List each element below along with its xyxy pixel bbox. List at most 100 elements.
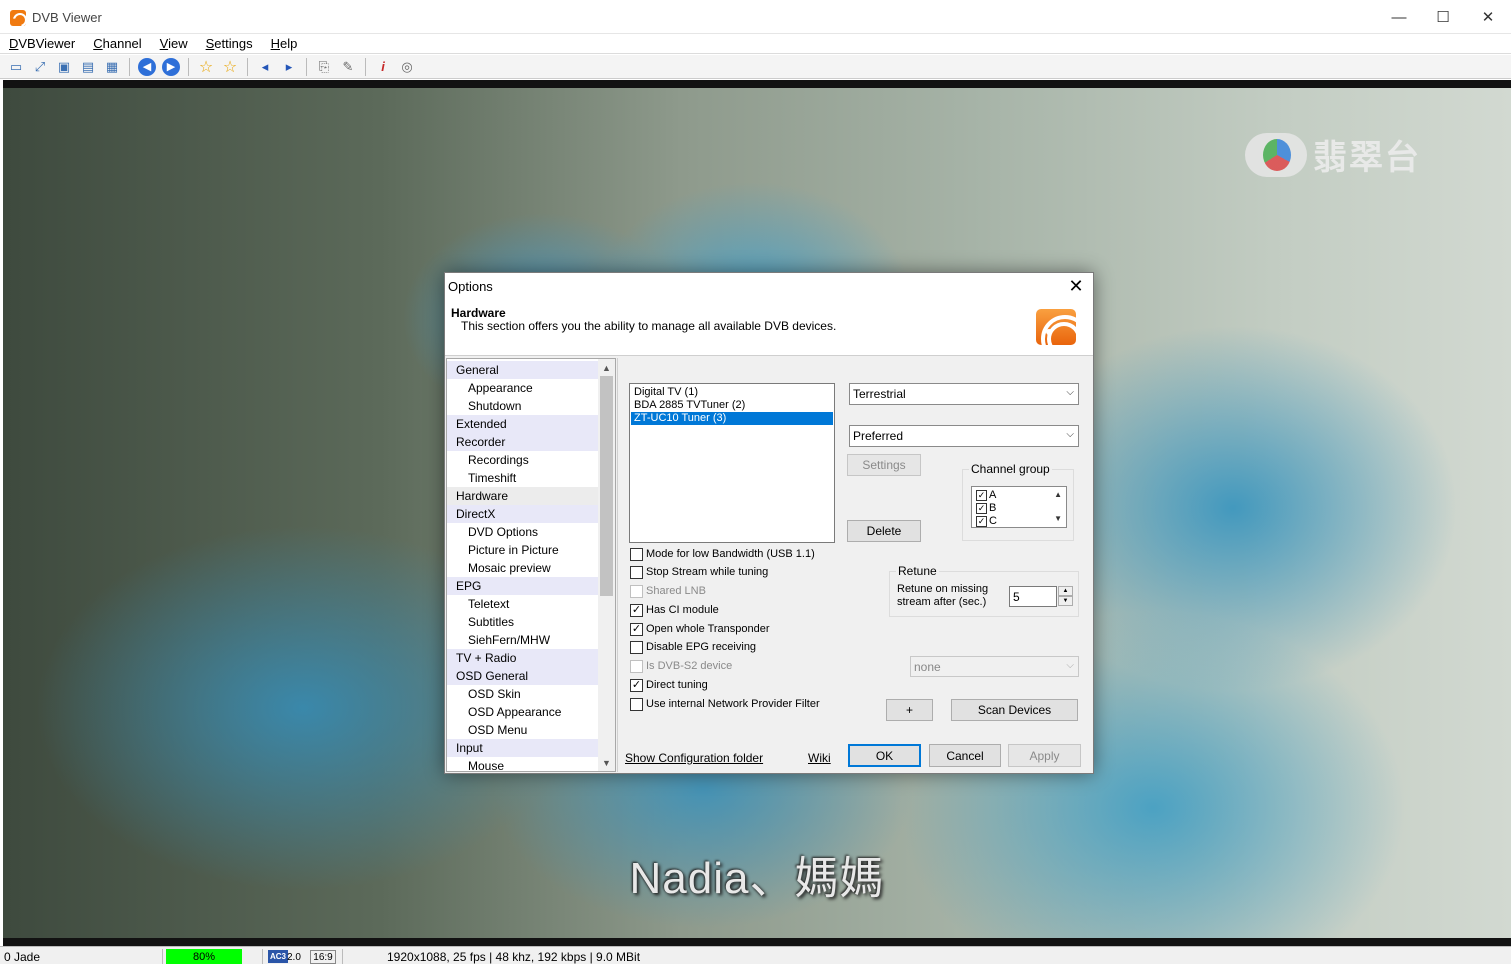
checkbox-direct-tuning[interactable]: ✓ Direct tuning — [630, 677, 708, 693]
menu-bar: DVBViewer Channel View Settings Help — [0, 34, 1511, 54]
tree-item-appearance[interactable]: Appearance — [447, 379, 599, 397]
add-favorite-icon[interactable]: ☆ — [220, 57, 240, 77]
section-description: This section offers you the ability to m… — [461, 319, 837, 333]
device-settings-button[interactable]: Settings — [847, 454, 921, 476]
tree-item-picture-in-picture[interactable]: Picture in Picture — [447, 541, 599, 559]
checkbox-channel-group-b[interactable]: ✓ — [976, 503, 987, 514]
tree-item-siehfern-mhw[interactable]: SiehFern/MHW — [447, 631, 599, 649]
options-icon[interactable]: ✎ — [338, 57, 358, 77]
stepper-down-icon[interactable]: ▼ — [1058, 596, 1073, 606]
scan-devices-button[interactable]: Scan Devices — [951, 699, 1078, 721]
tree-scrollbar[interactable]: ▲ ▼ — [598, 359, 615, 771]
volume-up-icon[interactable]: ▸ — [279, 57, 299, 77]
teletext-icon[interactable]: ▤ — [78, 57, 98, 77]
tree-item-input[interactable]: Input — [447, 739, 599, 757]
retune-stepper[interactable]: ▲ ▼ — [1058, 586, 1073, 607]
dvbs2-select[interactable]: none ⌵ — [910, 656, 1079, 677]
menu-channel[interactable]: Channel — [84, 36, 150, 51]
tree-item-subtitles[interactable]: Subtitles — [447, 613, 599, 631]
tree-item-shutdown[interactable]: Shutdown — [447, 397, 599, 415]
device-priority-select[interactable]: Preferred ⌵ — [849, 425, 1079, 447]
info-icon[interactable]: i — [373, 57, 393, 77]
checkbox-open-transponder[interactable]: ✓ Open whole Transponder — [630, 621, 770, 637]
window-mode-icon[interactable]: ▭ — [6, 57, 26, 77]
favorites-icon[interactable]: ☆ — [196, 57, 216, 77]
checkbox-box[interactable] — [630, 547, 643, 561]
check-icon[interactable]: ✓ — [630, 603, 643, 617]
channel-group-list[interactable]: ✓ A ✓ B ✓ C ▲ ▼ — [971, 486, 1067, 528]
device-row[interactable]: Digital TV (1) — [631, 386, 833, 399]
menu-view[interactable]: View — [151, 36, 197, 51]
tree-item-mouse[interactable]: Mouse — [447, 757, 599, 771]
checkbox-stop-stream[interactable]: Stop Stream while tuning — [630, 564, 768, 580]
scrollbar-thumb[interactable] — [600, 376, 613, 596]
volume-down-icon[interactable]: ◂ — [255, 57, 275, 77]
wiki-link[interactable]: Wiki — [808, 751, 831, 765]
menu-dvbviewer[interactable]: DVBViewer — [0, 36, 84, 51]
tree-item-recorder[interactable]: Recorder — [447, 433, 599, 451]
checkbox-box[interactable] — [630, 640, 643, 654]
tree-item-tv-radio[interactable]: TV + Radio — [447, 649, 599, 667]
scroll-up-icon[interactable]: ▲ — [598, 359, 615, 376]
desktop-mode-icon[interactable]: ▣ — [54, 57, 74, 77]
add-device-button[interactable]: + — [886, 699, 933, 721]
checkbox-box[interactable] — [630, 659, 643, 673]
tree-item-timeshift[interactable]: Timeshift — [447, 469, 599, 487]
checkbox-network-provider-filter[interactable]: Use internal Network Provider Filter — [630, 696, 820, 712]
scroll-up-icon[interactable]: ▲ — [1054, 490, 1062, 499]
checkbox-box[interactable] — [630, 584, 643, 598]
device-row-selected[interactable]: ZT-UC10 Tuner (3) — [631, 412, 833, 425]
close-button[interactable]: ✕ — [1465, 0, 1511, 34]
checkbox-low-bandwidth[interactable]: Mode for low Bandwidth (USB 1.1) — [630, 546, 815, 562]
back-icon[interactable]: ◀ — [138, 57, 156, 76]
tree-item-directx[interactable]: DirectX — [447, 505, 599, 523]
fullscreen-icon[interactable]: ⤢ — [30, 57, 50, 77]
epg-icon[interactable]: ▦ — [102, 57, 122, 77]
window-title: DVB Viewer — [32, 10, 102, 25]
tree-item-recordings[interactable]: Recordings — [447, 451, 599, 469]
forward-icon[interactable]: ▶ — [162, 57, 180, 76]
tree-item-epg[interactable]: EPG — [447, 577, 599, 595]
checkbox-dvb-s2[interactable]: Is DVB-S2 device — [630, 658, 732, 674]
scroll-down-icon[interactable]: ▼ — [598, 754, 615, 771]
apply-button[interactable]: Apply — [1008, 744, 1081, 767]
ok-button[interactable]: OK — [848, 744, 921, 767]
tree-item-osd-skin[interactable]: OSD Skin — [447, 685, 599, 703]
stepper-up-icon[interactable]: ▲ — [1058, 586, 1073, 596]
tree-item-osd-menu[interactable]: OSD Menu — [447, 721, 599, 739]
menu-settings[interactable]: Settings — [197, 36, 262, 51]
checkbox-channel-group-a[interactable]: ✓ — [976, 490, 987, 501]
tree-item-extended[interactable]: Extended — [447, 415, 599, 433]
tree-item-general[interactable]: General — [447, 361, 599, 379]
delete-device-button[interactable]: Delete — [847, 520, 921, 542]
tree-item-dvd-options[interactable]: DVD Options — [447, 523, 599, 541]
device-type-select[interactable]: Terrestrial ⌵ — [849, 383, 1079, 405]
tree-item-osd-general[interactable]: OSD General — [447, 667, 599, 685]
tree-item-mosaic-preview[interactable]: Mosaic preview — [447, 559, 599, 577]
tree-item-teletext[interactable]: Teletext — [447, 595, 599, 613]
show-configuration-folder-link[interactable]: Show Configuration folder — [625, 751, 763, 765]
menu-help[interactable]: Help — [262, 36, 307, 51]
minimize-button[interactable]: — — [1376, 0, 1422, 34]
check-icon[interactable]: ✓ — [630, 622, 643, 636]
dialog-close-button[interactable]: ✕ — [1065, 275, 1087, 297]
tvb-logo-icon — [1245, 132, 1307, 177]
checkbox-box[interactable] — [630, 565, 643, 579]
tree-item-osd-appearance[interactable]: OSD Appearance — [447, 703, 599, 721]
tree-item-hardware[interactable]: Hardware — [447, 487, 599, 505]
retune-seconds-input[interactable]: 5 — [1009, 586, 1057, 607]
record-icon[interactable]: ◎ — [397, 57, 417, 77]
scroll-down-icon[interactable]: ▼ — [1054, 514, 1062, 523]
recorder-icon[interactable]: ⎘ — [314, 57, 334, 77]
checkbox-shared-lnb[interactable]: Shared LNB — [630, 583, 706, 599]
check-icon[interactable]: ✓ — [630, 678, 643, 692]
maximize-button[interactable]: ☐ — [1420, 0, 1466, 34]
checkbox-disable-epg[interactable]: Disable EPG receiving — [630, 639, 756, 655]
device-list[interactable]: Digital TV (1) BDA 2885 TVTuner (2) ZT-U… — [629, 383, 835, 543]
checkbox-has-ci-module[interactable]: ✓ Has CI module — [630, 602, 719, 618]
status-divider — [342, 949, 343, 964]
checkbox-box[interactable] — [630, 697, 643, 711]
cancel-button[interactable]: Cancel — [929, 744, 1001, 767]
checkbox-channel-group-c[interactable]: ✓ — [976, 516, 987, 527]
device-row[interactable]: BDA 2885 TVTuner (2) — [631, 399, 833, 412]
